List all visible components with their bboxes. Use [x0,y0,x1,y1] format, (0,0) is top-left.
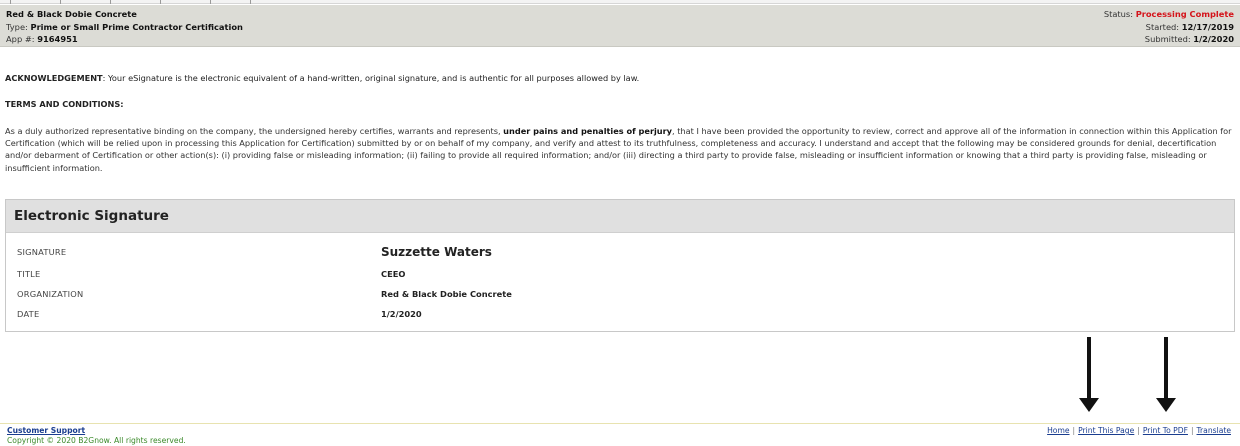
panel-title: Electronic Signature [6,200,1234,233]
customer-support-link[interactable]: Customer Support [7,426,85,435]
top-strip [0,0,1240,4]
date-label: DATE [17,309,40,319]
arrow-head [1156,398,1176,412]
terms-body: As a duly authorized representative bind… [5,125,1235,174]
status-label: Status: [1103,9,1134,19]
top-strip-divider [250,0,251,4]
submitted-label: Submitted: [1144,34,1191,44]
top-strip-divider [60,0,61,4]
arrow-shaft [1087,337,1091,399]
started-label: Started: [1145,21,1180,32]
terms-title: TERMS AND CONDITIONS: [5,99,124,109]
title-row: TITLE CEEO [6,269,1234,283]
application-info: Red & Black Dobie Concrete Type: Prime o… [6,8,243,46]
top-strip-divider [160,0,161,4]
signature-row: SIGNATURE Suzzette Waters [6,245,1234,261]
arrow-shaft [1164,337,1168,399]
arrow-head [1079,398,1099,412]
footer-divider [0,423,1240,424]
started-value: 12/17/2019 [1181,21,1234,32]
submitted-value: 1/2/2020 [1193,34,1234,44]
organization-label: ORGANIZATION [17,289,84,299]
status-value: Processing Complete [1135,9,1234,19]
top-strip-divider [10,0,11,4]
type-value: Prime or Small Prime Contractor Certific… [30,21,243,32]
title-value: CEEO [381,269,406,279]
print-to-pdf-link[interactable]: Print To PDF [1143,426,1188,435]
acknowledgement-text: ACKNOWLEDGEMENT: Your eSignature is the … [5,73,639,83]
link-separator: | [1137,426,1140,435]
acknowledgement-body: : Your eSignature is the electronic equi… [102,73,640,83]
signature-label: SIGNATURE [17,247,67,257]
type-label: Type: [6,21,28,32]
organization-value: Red & Black Dobie Concrete [381,289,512,299]
acknowledgement-label: ACKNOWLEDGEMENT [5,73,103,83]
terms-part-1: As a duly authorized representative bind… [5,126,504,136]
date-row: DATE 1/2/2020 [6,309,1234,323]
application-status: Status: Processing Complete Started: 12/… [1104,8,1234,46]
top-strip-divider [110,0,111,4]
date-value: 1/2/2020 [381,309,422,319]
app-number-value: 9164951 [37,34,78,44]
application-header: Red & Black Dobie Concrete Type: Prime o… [0,5,1240,47]
top-strip-divider [210,0,211,4]
translate-link[interactable]: Translate [1197,426,1231,435]
signature-value: Suzzette Waters [381,245,492,259]
electronic-signature-panel: Electronic Signature SIGNATURE Suzzette … [5,199,1235,332]
copyright-text: Copyright © 2020 B2Gnow. All rights rese… [7,436,186,445]
app-number-label: App #: [6,34,35,44]
title-label: TITLE [17,269,41,279]
organization-row: ORGANIZATION Red & Black Dobie Concrete [6,289,1234,303]
terms-bold: under pains and penalties of perjury [503,126,673,136]
print-this-page-link[interactable]: Print This Page [1078,426,1134,435]
home-link[interactable]: Home [1047,426,1069,435]
link-separator: | [1072,426,1076,435]
company-name: Red & Black Dobie Concrete [6,9,137,19]
footer-links: Home | Print This Page | Print To PDF | Transl… [1047,426,1231,435]
link-separator: | [1190,426,1194,435]
